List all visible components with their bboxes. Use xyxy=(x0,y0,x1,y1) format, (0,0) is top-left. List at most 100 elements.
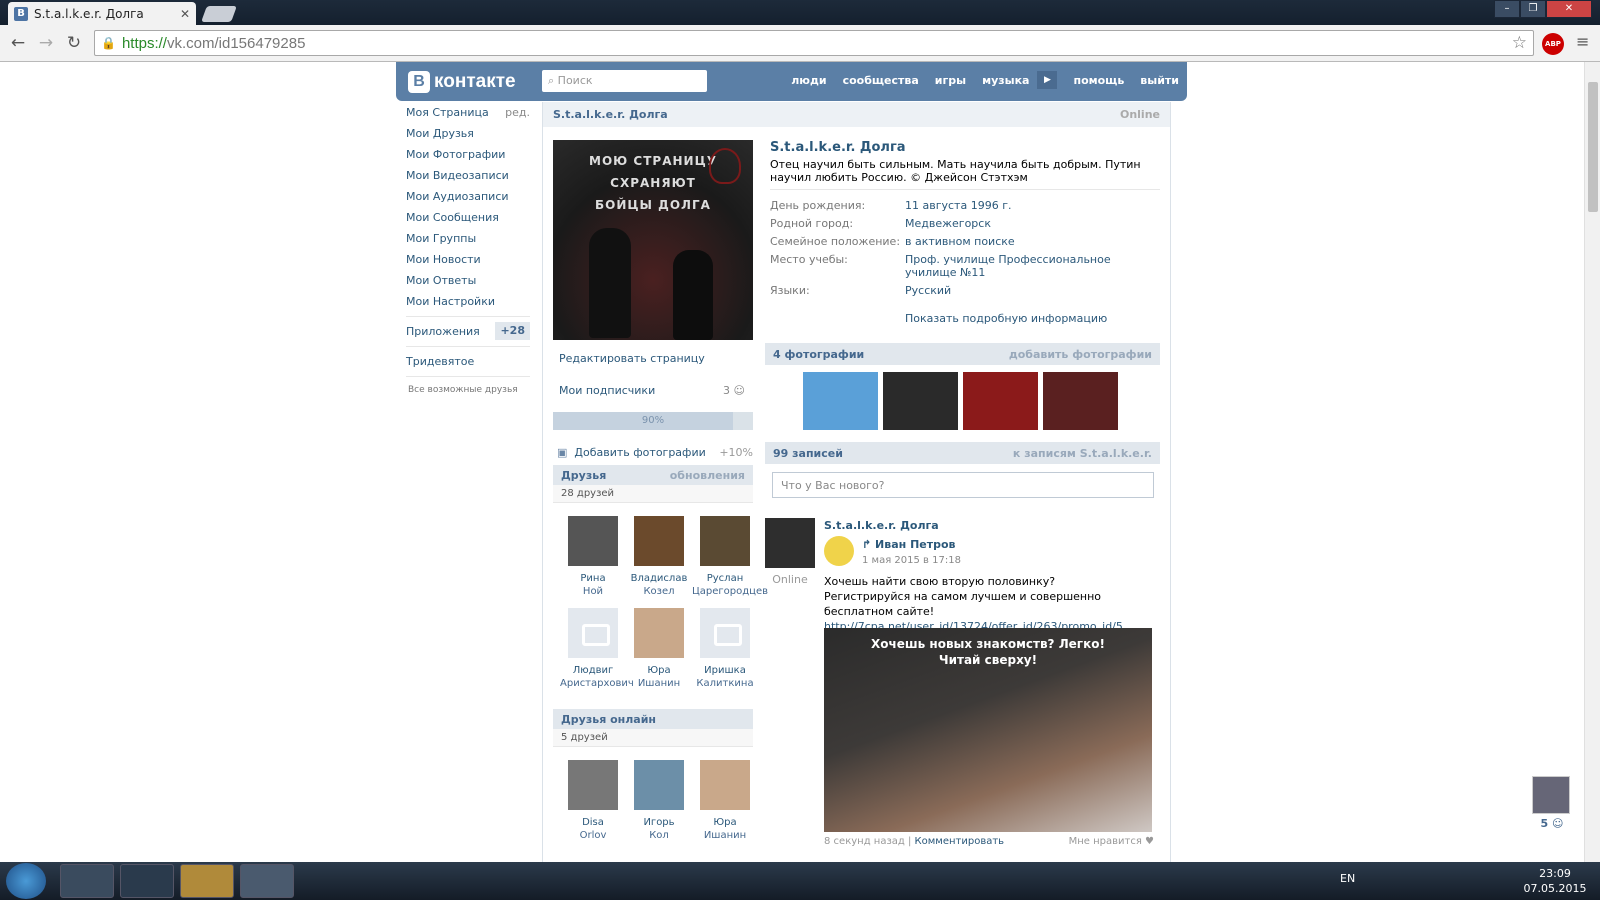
friend-item[interactable]: Владислав Козел xyxy=(626,516,692,598)
repost-author[interactable]: ↱ Иван Петров xyxy=(862,538,956,551)
reload-icon[interactable]: ↻ xyxy=(60,33,88,53)
friend-avatar[interactable] xyxy=(568,516,618,566)
friends-updates-link[interactable]: обновления xyxy=(670,469,745,482)
edit-link[interactable]: ред. xyxy=(505,102,530,123)
nav-logout[interactable]: выйти xyxy=(1140,74,1179,89)
menu-groups[interactable]: Мои Группы xyxy=(396,228,530,249)
menu-answers[interactable]: Мои Ответы xyxy=(396,270,530,291)
comment-link[interactable]: Комментировать xyxy=(915,836,1005,847)
post-image[interactable]: Хочешь новых знакомств? Легко! Читай све… xyxy=(824,628,1152,832)
vk-logo[interactable]: В контакте xyxy=(408,71,516,93)
nav-games[interactable]: игры xyxy=(935,74,966,89)
info-value[interactable]: 11 августа 1996 г. xyxy=(905,199,1145,212)
forward-arrow-icon[interactable]: → xyxy=(32,33,60,53)
info-value[interactable]: в активном поиске xyxy=(905,235,1145,248)
profile-status[interactable]: Отец научил быть сильным. Мать научила б… xyxy=(770,158,1145,184)
close-tab-icon[interactable]: ✕ xyxy=(180,7,190,21)
menu-settings[interactable]: Мои Настройки xyxy=(396,291,530,312)
browser-menu-icon[interactable]: ≡ xyxy=(1576,32,1589,51)
friend-item[interactable]: Рина Ной xyxy=(560,516,626,598)
menu-news[interactable]: Мои Новости xyxy=(396,249,530,270)
nav-music[interactable]: музыка xyxy=(982,74,1029,89)
firefox-icon[interactable] xyxy=(60,864,114,898)
friend-item[interactable]: Игорь Кол xyxy=(626,760,692,842)
info-value[interactable]: Медвежегорск xyxy=(905,217,1145,230)
friend-item[interactable]: Юра Ишанин xyxy=(692,760,758,842)
friend-avatar[interactable] xyxy=(568,760,618,810)
friend-avatar[interactable] xyxy=(700,516,750,566)
friend-avatar[interactable] xyxy=(700,608,750,658)
friend-avatar[interactable] xyxy=(568,608,618,658)
menu-photos[interactable]: Мои Фотографии xyxy=(396,144,530,165)
menu-friends[interactable]: Мои Друзья xyxy=(396,123,530,144)
photo-thumb[interactable] xyxy=(963,372,1038,430)
nav-communities[interactable]: сообщества xyxy=(843,74,919,89)
friend-item[interactable]: Иришка Калиткина xyxy=(692,608,758,690)
chat-avatar[interactable] xyxy=(1532,776,1570,814)
language-indicator[interactable]: EN xyxy=(1340,872,1355,885)
like-button[interactable]: Мне нравится ♥ xyxy=(1069,836,1154,847)
friends-section-header[interactable]: Друзья обновления xyxy=(553,465,753,485)
photo-thumb[interactable] xyxy=(883,372,958,430)
search-input[interactable]: ⌕ Поиск xyxy=(542,70,707,92)
subscribers-link[interactable]: Мои подписчики 3 ☺ xyxy=(553,384,753,397)
menu-videos[interactable]: Мои Видеозаписи xyxy=(396,165,530,186)
online-friends-header[interactable]: Друзья онлайн xyxy=(553,709,753,729)
menu-my-page[interactable]: Моя Страница ред. xyxy=(396,102,530,123)
new-tab-button[interactable] xyxy=(201,6,237,22)
nav-help[interactable]: помощь xyxy=(1073,74,1124,89)
post-date[interactable]: 1 мая 2015 в 17:18 xyxy=(862,555,961,566)
bookmark-star-icon[interactable]: ☆ xyxy=(1512,33,1527,53)
friend-avatar[interactable] xyxy=(700,760,750,810)
photos-section-header[interactable]: 4 фотографии добавить фотографии xyxy=(765,343,1160,365)
wall-section-header[interactable]: 99 записей к записям S.t.a.l.k.e.r. xyxy=(765,442,1160,464)
close-window-button[interactable]: ✕ xyxy=(1546,0,1592,18)
chrome-icon[interactable] xyxy=(240,864,294,898)
play-icon[interactable]: ▶ xyxy=(1037,71,1058,89)
friend-avatar[interactable] xyxy=(634,608,684,658)
maximize-button[interactable]: ❐ xyxy=(1520,0,1546,18)
photo-thumb[interactable] xyxy=(803,372,878,430)
wall-records-link[interactable]: к записям S.t.a.l.k.e.r. xyxy=(1013,447,1152,460)
address-bar[interactable]: 🔒 https:// vk.com/id156479285 ☆ xyxy=(94,30,1534,56)
progress-label: 90% xyxy=(641,415,665,426)
menu-apps[interactable]: Приложения +28 xyxy=(396,321,530,342)
friend-item[interactable]: Юра Ишанин xyxy=(626,608,692,690)
nav-people[interactable]: люди xyxy=(791,74,826,89)
start-button[interactable] xyxy=(6,863,46,899)
post-author-avatar[interactable] xyxy=(765,518,815,568)
adblock-icon[interactable]: ABP xyxy=(1542,33,1564,55)
repost-avatar[interactable] xyxy=(824,536,854,566)
add-photos-link[interactable]: ▣ Добавить фотографии +10% xyxy=(557,446,753,459)
subscribers-label: Мои подписчики xyxy=(559,384,656,397)
post-author-name[interactable]: S.t.a.l.k.e.r. Долга xyxy=(824,519,939,532)
browser-tab[interactable]: B S.t.a.l.k.e.r. Долга ✕ xyxy=(8,2,196,25)
page-scrollbar[interactable] xyxy=(1584,62,1600,862)
back-arrow-icon[interactable]: ← xyxy=(4,33,32,53)
new-post-input[interactable]: Что у Вас нового? xyxy=(772,472,1154,498)
friend-avatar[interactable] xyxy=(634,760,684,810)
add-photos-header-link[interactable]: добавить фотографии xyxy=(1009,348,1152,361)
friend-first-name: Владислав xyxy=(630,573,688,584)
friend-avatar[interactable] xyxy=(634,516,684,566)
friend-item[interactable]: Руслан Царегородцев xyxy=(692,516,768,598)
friend-item[interactable]: Людвиг Аристархович xyxy=(560,608,634,690)
scrollbar-thumb[interactable] xyxy=(1588,82,1598,212)
clock[interactable]: 23:09 07.05.2015 xyxy=(1520,866,1590,896)
menu-audio[interactable]: Мои Аудиозаписи xyxy=(396,186,530,207)
photo-thumb[interactable] xyxy=(1043,372,1118,430)
all-friends-link[interactable]: Все возможные друзья xyxy=(396,385,530,395)
edit-page-link[interactable]: Редактировать страницу xyxy=(553,352,753,365)
info-value[interactable]: Проф. училище Профессиональное училище №… xyxy=(905,253,1145,279)
friend-item[interactable]: Disa Orlov xyxy=(560,760,626,842)
apps-count-badge: +28 xyxy=(495,322,530,340)
info-value[interactable]: Русский xyxy=(905,284,1145,297)
explorer-icon[interactable] xyxy=(180,864,234,898)
menu-tridevyatoe[interactable]: Тридевятое xyxy=(396,351,530,372)
app-icon[interactable] xyxy=(120,864,174,898)
minimize-button[interactable]: – xyxy=(1494,0,1520,18)
profile-avatar[interactable]: МОЮ СТРАНИЦУ СХРАНЯЮТ БОЙЦЫ ДОЛГА xyxy=(553,140,753,340)
show-more-info-link[interactable]: Показать подробную информацию xyxy=(905,312,1107,325)
chat-online-count[interactable]: 5 ☺ xyxy=(1530,817,1574,830)
menu-messages[interactable]: Мои Сообщения xyxy=(396,207,530,228)
